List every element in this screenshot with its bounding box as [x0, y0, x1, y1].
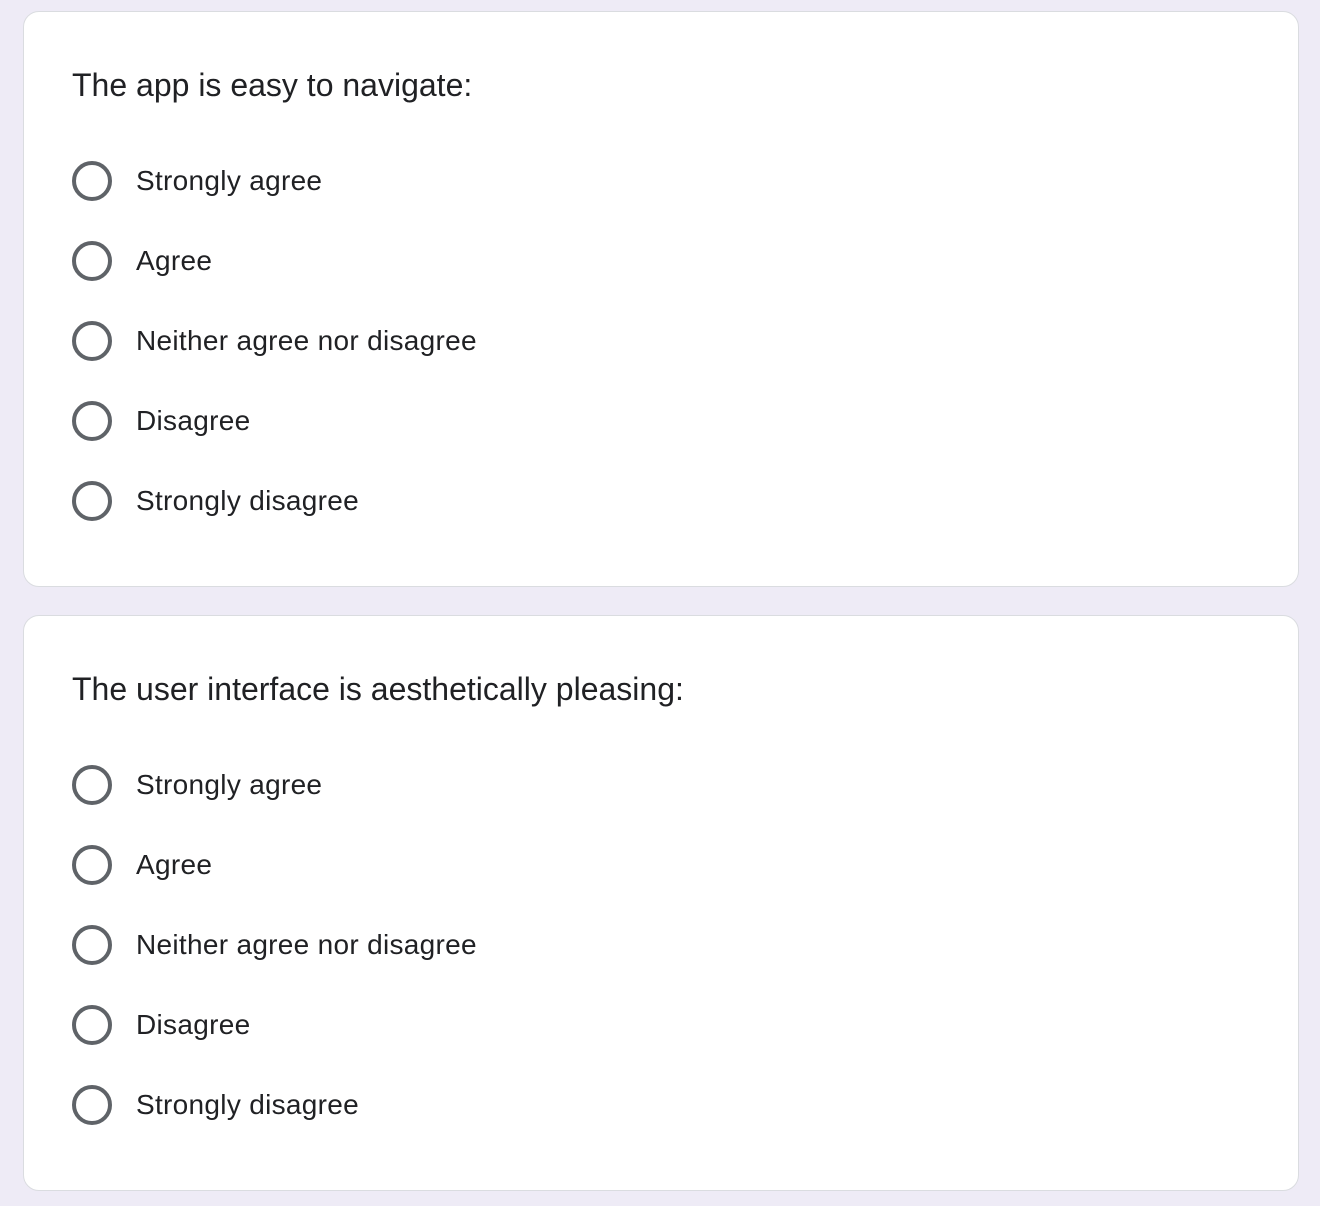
radio-option-label: Neither agree nor disagree [136, 325, 477, 356]
question-title: The user interface is aesthetically plea… [72, 671, 684, 707]
radio-option-label: Strongly disagree [136, 1089, 360, 1120]
radio-option-label: Strongly agree [136, 769, 323, 800]
radio-option-strongly-disagree[interactable]: Strongly disagree [72, 481, 477, 521]
radio-option-strongly-disagree[interactable]: Strongly disagree [72, 1085, 477, 1125]
radio-option-label: Strongly agree [136, 165, 323, 196]
radio-button-icon[interactable] [72, 1085, 112, 1125]
radio-button-icon[interactable] [72, 845, 112, 885]
radio-group: Strongly agree Agree Neither agree nor d… [72, 765, 477, 1165]
radio-button-icon[interactable] [72, 401, 112, 441]
radio-option-agree[interactable]: Agree [72, 845, 477, 885]
question-title: The app is easy to navigate: [72, 67, 473, 103]
radio-button-icon[interactable] [72, 321, 112, 361]
radio-button-icon[interactable] [72, 481, 112, 521]
radio-option-label: Disagree [136, 1009, 251, 1040]
radio-button-icon[interactable] [72, 925, 112, 965]
question-card-navigation: The app is easy to navigate: Strongly ag… [23, 11, 1299, 587]
radio-option-neutral[interactable]: Neither agree nor disagree [72, 321, 477, 361]
radio-button-icon[interactable] [72, 241, 112, 281]
radio-option-strongly-agree[interactable]: Strongly agree [72, 765, 477, 805]
radio-group: Strongly agree Agree Neither agree nor d… [72, 161, 477, 561]
radio-option-label: Strongly disagree [136, 485, 360, 516]
radio-button-icon[interactable] [72, 765, 112, 805]
radio-option-label: Disagree [136, 405, 251, 436]
radio-button-icon[interactable] [72, 1005, 112, 1045]
radio-option-disagree[interactable]: Disagree [72, 401, 477, 441]
radio-option-label: Agree [136, 245, 213, 276]
radio-option-strongly-agree[interactable]: Strongly agree [72, 161, 477, 201]
radio-option-label: Neither agree nor disagree [136, 929, 477, 960]
radio-option-label: Agree [136, 849, 213, 880]
radio-button-icon[interactable] [72, 161, 112, 201]
radio-option-agree[interactable]: Agree [72, 241, 477, 281]
radio-option-disagree[interactable]: Disagree [72, 1005, 477, 1045]
question-card-aesthetics: The user interface is aesthetically plea… [23, 615, 1299, 1191]
radio-option-neutral[interactable]: Neither agree nor disagree [72, 925, 477, 965]
